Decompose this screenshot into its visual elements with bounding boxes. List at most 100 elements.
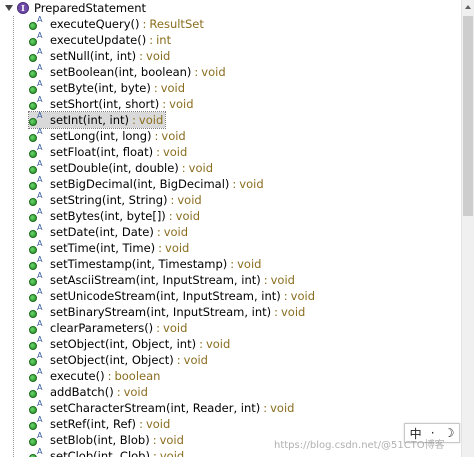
abstract-marker: A — [37, 255, 43, 264]
public-method-icon: A — [29, 383, 42, 399]
return-separator: : — [283, 289, 288, 303]
method-item[interactable]: AexecuteUpdate(): int — [29, 31, 173, 48]
method-item[interactable]: AaddBatch(): void — [29, 383, 150, 400]
method-item[interactable]: Aexecute(): boolean — [29, 367, 162, 384]
return-type: void — [290, 289, 316, 303]
return-separator: : — [176, 353, 181, 367]
method-signature: setUnicodeStream(int, InputStream, int) — [50, 289, 281, 303]
return-type: boolean — [114, 369, 161, 383]
method-item[interactable]: AsetDate(int, Date): void — [29, 223, 190, 240]
interface-icon: I — [17, 2, 29, 14]
method-item[interactable]: AsetRef(int, Ref): void — [29, 415, 172, 432]
method-signature: setBinaryStream(int, InputStream, int) — [50, 305, 272, 319]
return-separator: : — [156, 225, 161, 239]
return-type: void — [162, 145, 188, 159]
method-item[interactable]: AsetUnicodeStream(int, InputStream, int)… — [29, 287, 317, 304]
return-type: void — [237, 257, 262, 271]
method-signature: setBigDecimal(int, BigDecimal) — [50, 177, 230, 191]
public-method-icon: A — [29, 191, 43, 207]
abstract-marker: A — [37, 127, 43, 136]
abstract-marker: A — [37, 287, 43, 296]
method-signature: setDouble(int, double) — [50, 161, 179, 175]
public-method-icon: A — [29, 367, 42, 383]
return-type: void — [239, 177, 264, 191]
method-item[interactable]: AsetLong(int, long): void — [29, 127, 188, 144]
return-separator: : — [139, 49, 144, 63]
return-type: void — [145, 417, 171, 431]
return-type: void — [205, 337, 231, 351]
method-signature: setClob(int, Clob) — [50, 449, 150, 457]
public-method-icon: A — [29, 415, 43, 431]
public-method-icon: A — [29, 223, 42, 239]
method-signature: setInt(int, int) — [50, 113, 130, 127]
return-separator: : — [142, 17, 147, 31]
return-separator: : — [116, 385, 121, 399]
method-item[interactable]: AsetCharacterStream(int, Reader, int): vo… — [29, 399, 296, 416]
public-method-icon: A — [29, 303, 43, 319]
method-signature: setRef(int, Ref) — [50, 417, 137, 431]
abstract-marker: A — [37, 15, 43, 24]
method-item[interactable]: AsetShort(int, short): void — [29, 95, 196, 112]
method-item[interactable]: AsetBytes(int, byte[]): void — [29, 207, 202, 224]
method-item[interactable]: AsetTime(int, Time): void — [29, 239, 191, 256]
method-item[interactable]: AsetInt(int, int): void — [27, 111, 167, 129]
method-item[interactable]: AclearParameters(): void — [29, 319, 189, 336]
method-signature: addBatch() — [50, 385, 114, 399]
scroll-up-arrow-icon[interactable] — [462, 0, 474, 14]
method-item[interactable]: AsetObject(int, Object, int): void — [29, 335, 232, 352]
return-type: void — [183, 353, 208, 367]
abstract-marker: A — [37, 351, 43, 360]
method-item[interactable]: AsetBoolean(int, boolean): void — [29, 63, 228, 80]
method-item[interactable]: AsetBlob(int, Blob): void — [29, 431, 186, 448]
public-method-icon: A — [29, 79, 42, 95]
return-type: void — [161, 129, 186, 143]
method-signature: setDate(int, Date) — [50, 225, 154, 239]
expand-chevron-icon[interactable] — [5, 4, 13, 12]
method-item[interactable]: AsetObject(int, Object): void — [29, 351, 210, 368]
public-method-icon: A — [29, 111, 42, 127]
root-label: PreparedStatement — [34, 1, 146, 15]
abstract-marker: A — [37, 415, 43, 424]
outline-tree: I PreparedStatement AexecuteQuery(): Resu… — [0, 0, 461, 457]
return-separator: : — [263, 401, 268, 415]
public-method-icon: A — [29, 95, 42, 111]
return-type: void — [163, 321, 188, 335]
method-item[interactable]: AsetBinaryStream(int, InputStream, int):… — [29, 303, 307, 320]
return-type: void — [177, 193, 202, 207]
abstract-marker: A — [37, 303, 43, 312]
return-separator: : — [181, 161, 186, 175]
method-signature: setAsciiStream(int, InputStream, int) — [50, 273, 261, 287]
return-separator: : — [263, 273, 268, 287]
abstract-marker: A — [37, 159, 43, 168]
public-method-icon: A — [29, 159, 43, 175]
scrollbar-thumb[interactable] — [463, 16, 473, 216]
method-signature: execute() — [50, 369, 105, 383]
method-item[interactable]: AsetBigDecimal(int, BigDecimal): void — [29, 175, 266, 192]
return-type: void — [163, 225, 189, 239]
return-separator: : — [194, 65, 199, 79]
abstract-marker: A — [37, 191, 43, 200]
public-method-icon: A — [29, 207, 42, 223]
tree-root-prepared-statement[interactable]: I PreparedStatement — [0, 0, 146, 16]
return-separator: : — [132, 113, 136, 127]
return-type: void — [159, 449, 185, 457]
method-item[interactable]: AsetTimestamp(int, Timestamp): void — [29, 255, 263, 272]
return-type: void — [160, 81, 186, 95]
method-item[interactable]: AsetAsciiStream(int, InputStream, int): v… — [29, 271, 297, 288]
abstract-marker: A — [37, 335, 43, 344]
public-method-icon: A — [29, 239, 42, 255]
method-item[interactable]: AsetFloat(int, float): void — [29, 143, 189, 160]
public-method-icon: A — [29, 351, 43, 367]
ime-moon-icon[interactable]: ☽ — [444, 426, 455, 440]
vertical-scrollbar[interactable] — [461, 0, 474, 457]
method-signature: setString(int, String) — [50, 193, 168, 207]
method-item[interactable]: AsetClob(int, Clob): void — [29, 447, 186, 457]
method-item[interactable]: AsetByte(int, byte): void — [29, 79, 187, 96]
public-method-icon: A — [29, 143, 42, 159]
return-separator: : — [274, 305, 278, 319]
method-item[interactable]: AsetDouble(int, double): void — [29, 159, 215, 176]
method-item[interactable]: AsetString(int, String): void — [29, 191, 204, 208]
method-item[interactable]: AsetNull(int, int): void — [29, 47, 172, 64]
method-item[interactable]: AexecuteQuery(): ResultSet — [29, 15, 206, 32]
method-signature: setTimestamp(int, Timestamp) — [50, 257, 228, 271]
